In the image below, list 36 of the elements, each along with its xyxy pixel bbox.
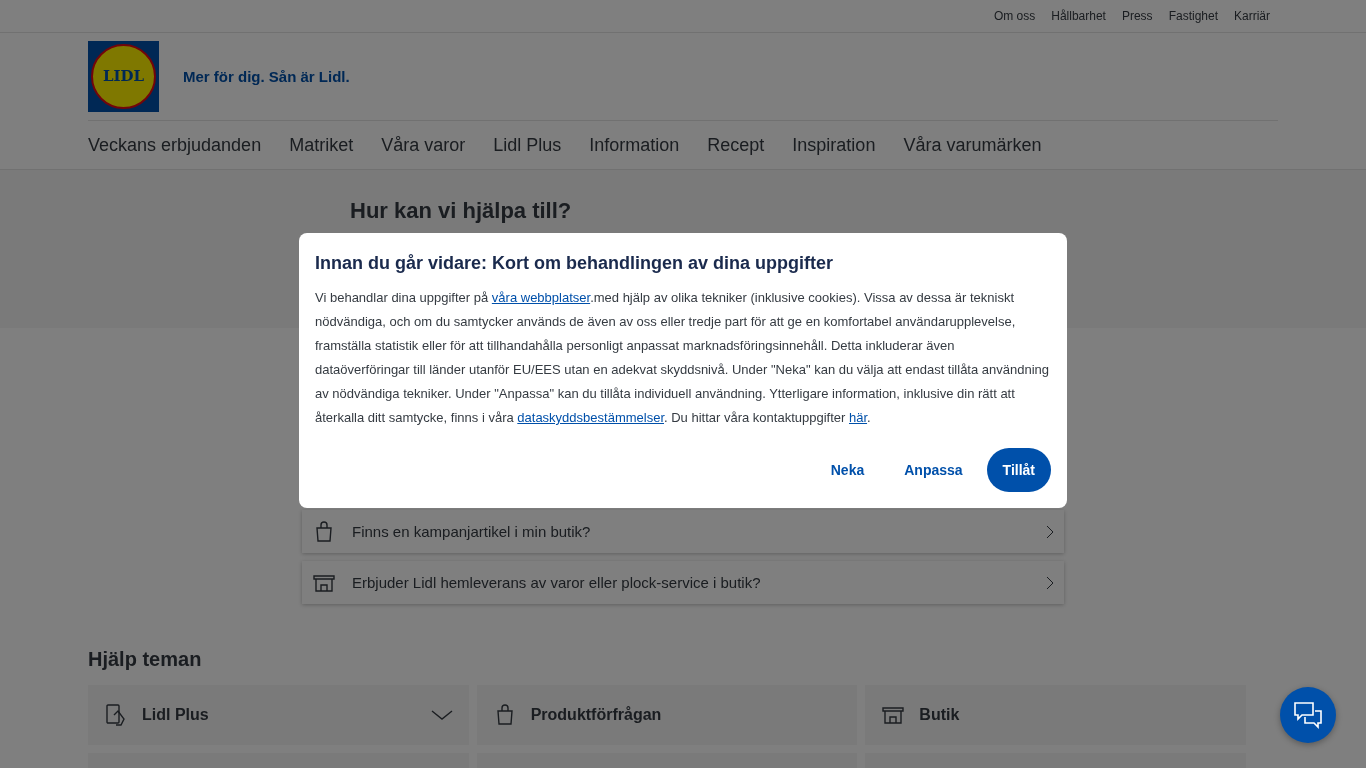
logo-text: LIDL (102, 69, 145, 84)
chevron-right-icon (1046, 524, 1054, 539)
nav-item[interactable]: Matriket (289, 134, 354, 156)
nav-item[interactable]: Recept (707, 134, 765, 156)
text-link[interactable]: dataskyddsbestämmelser (517, 410, 664, 425)
theme-card[interactable]: Butik (865, 685, 1246, 745)
faq-item[interactable]: Finns en kampanjartikel i min butik? (302, 510, 1064, 553)
theme-card[interactable]: Produktförfrågan (476, 685, 858, 745)
tagline: Mer för dig. Sån är Lidl. (183, 68, 350, 85)
top-link[interactable]: Fastighet (1168, 9, 1218, 23)
hero-title: Hur kan vi hjälpa till? (350, 198, 573, 224)
text-link[interactable]: här (849, 410, 868, 425)
nav-item[interactable]: Veckans erbjudanden (88, 134, 262, 156)
nav-item[interactable]: Inspiration (792, 134, 876, 156)
nav-item[interactable]: Lidl Plus (493, 134, 562, 156)
faq-item[interactable]: Erbjuder Lidl hemleverans av varor eller plock-service i butik? (302, 561, 1064, 604)
text-button[interactable]: Anpassa (888, 448, 979, 492)
top-link[interactable]: Hållbarhet (1051, 9, 1106, 23)
text-link[interactable]: våra webbplatser (491, 290, 591, 305)
text-button[interactable]: Neka (814, 448, 881, 492)
nav-item[interactable]: Våra varumärken (903, 134, 1042, 156)
dialog-title: Innan du går vidare: Kort om behandlingen av dina uppgifter (315, 253, 835, 274)
chevron-right-icon (1046, 575, 1054, 590)
chat-button[interactable] (1280, 687, 1336, 743)
top-link[interactable]: Karriär (1234, 9, 1270, 23)
theme-card[interactable]: Lidl Plus (88, 685, 469, 745)
top-link[interactable]: Om oss (993, 9, 1036, 23)
phone-hand-icon (104, 703, 128, 727)
nav-item[interactable]: Våra varor (381, 134, 466, 156)
nav-item[interactable]: Information (589, 134, 680, 156)
top-link[interactable]: Press (1121, 9, 1153, 23)
allow-button[interactable]: Tillåt (986, 448, 1051, 492)
section-title: Hjälp teman (88, 648, 203, 671)
consent-text: Vi behandlar dina uppgifter på våra webbplatser.med hjälp av olika tekniker (inklusive cookies). Vissa av dessa är tekniskt nödvändiga, och om du samtycker används de även av oss eller tredje part för att ge en komfortabel användarupplevelse, framställa statistik eller för att tillhandahålla personligt anpassat marknadsföringsinnehåll. Detta inkluderar även dataöverföringar till länder utanför EU/EES utan en adekvat skyddsnivå. Under "Neka" kan du välja att endast tillåta användning av nödvändiga tekniker. Under "Anpassa" kan du tillåta individuell användning. Ytterligare information, inklusive din rätt att återkalla ditt samtycke, finns i våra dataskyddsbestämmelser. Du hittar våra kontaktuppgifter här. (315, 289, 1051, 427)
chat-icon (1293, 701, 1323, 729)
lidl-logo[interactable]: LIDL (88, 41, 159, 112)
